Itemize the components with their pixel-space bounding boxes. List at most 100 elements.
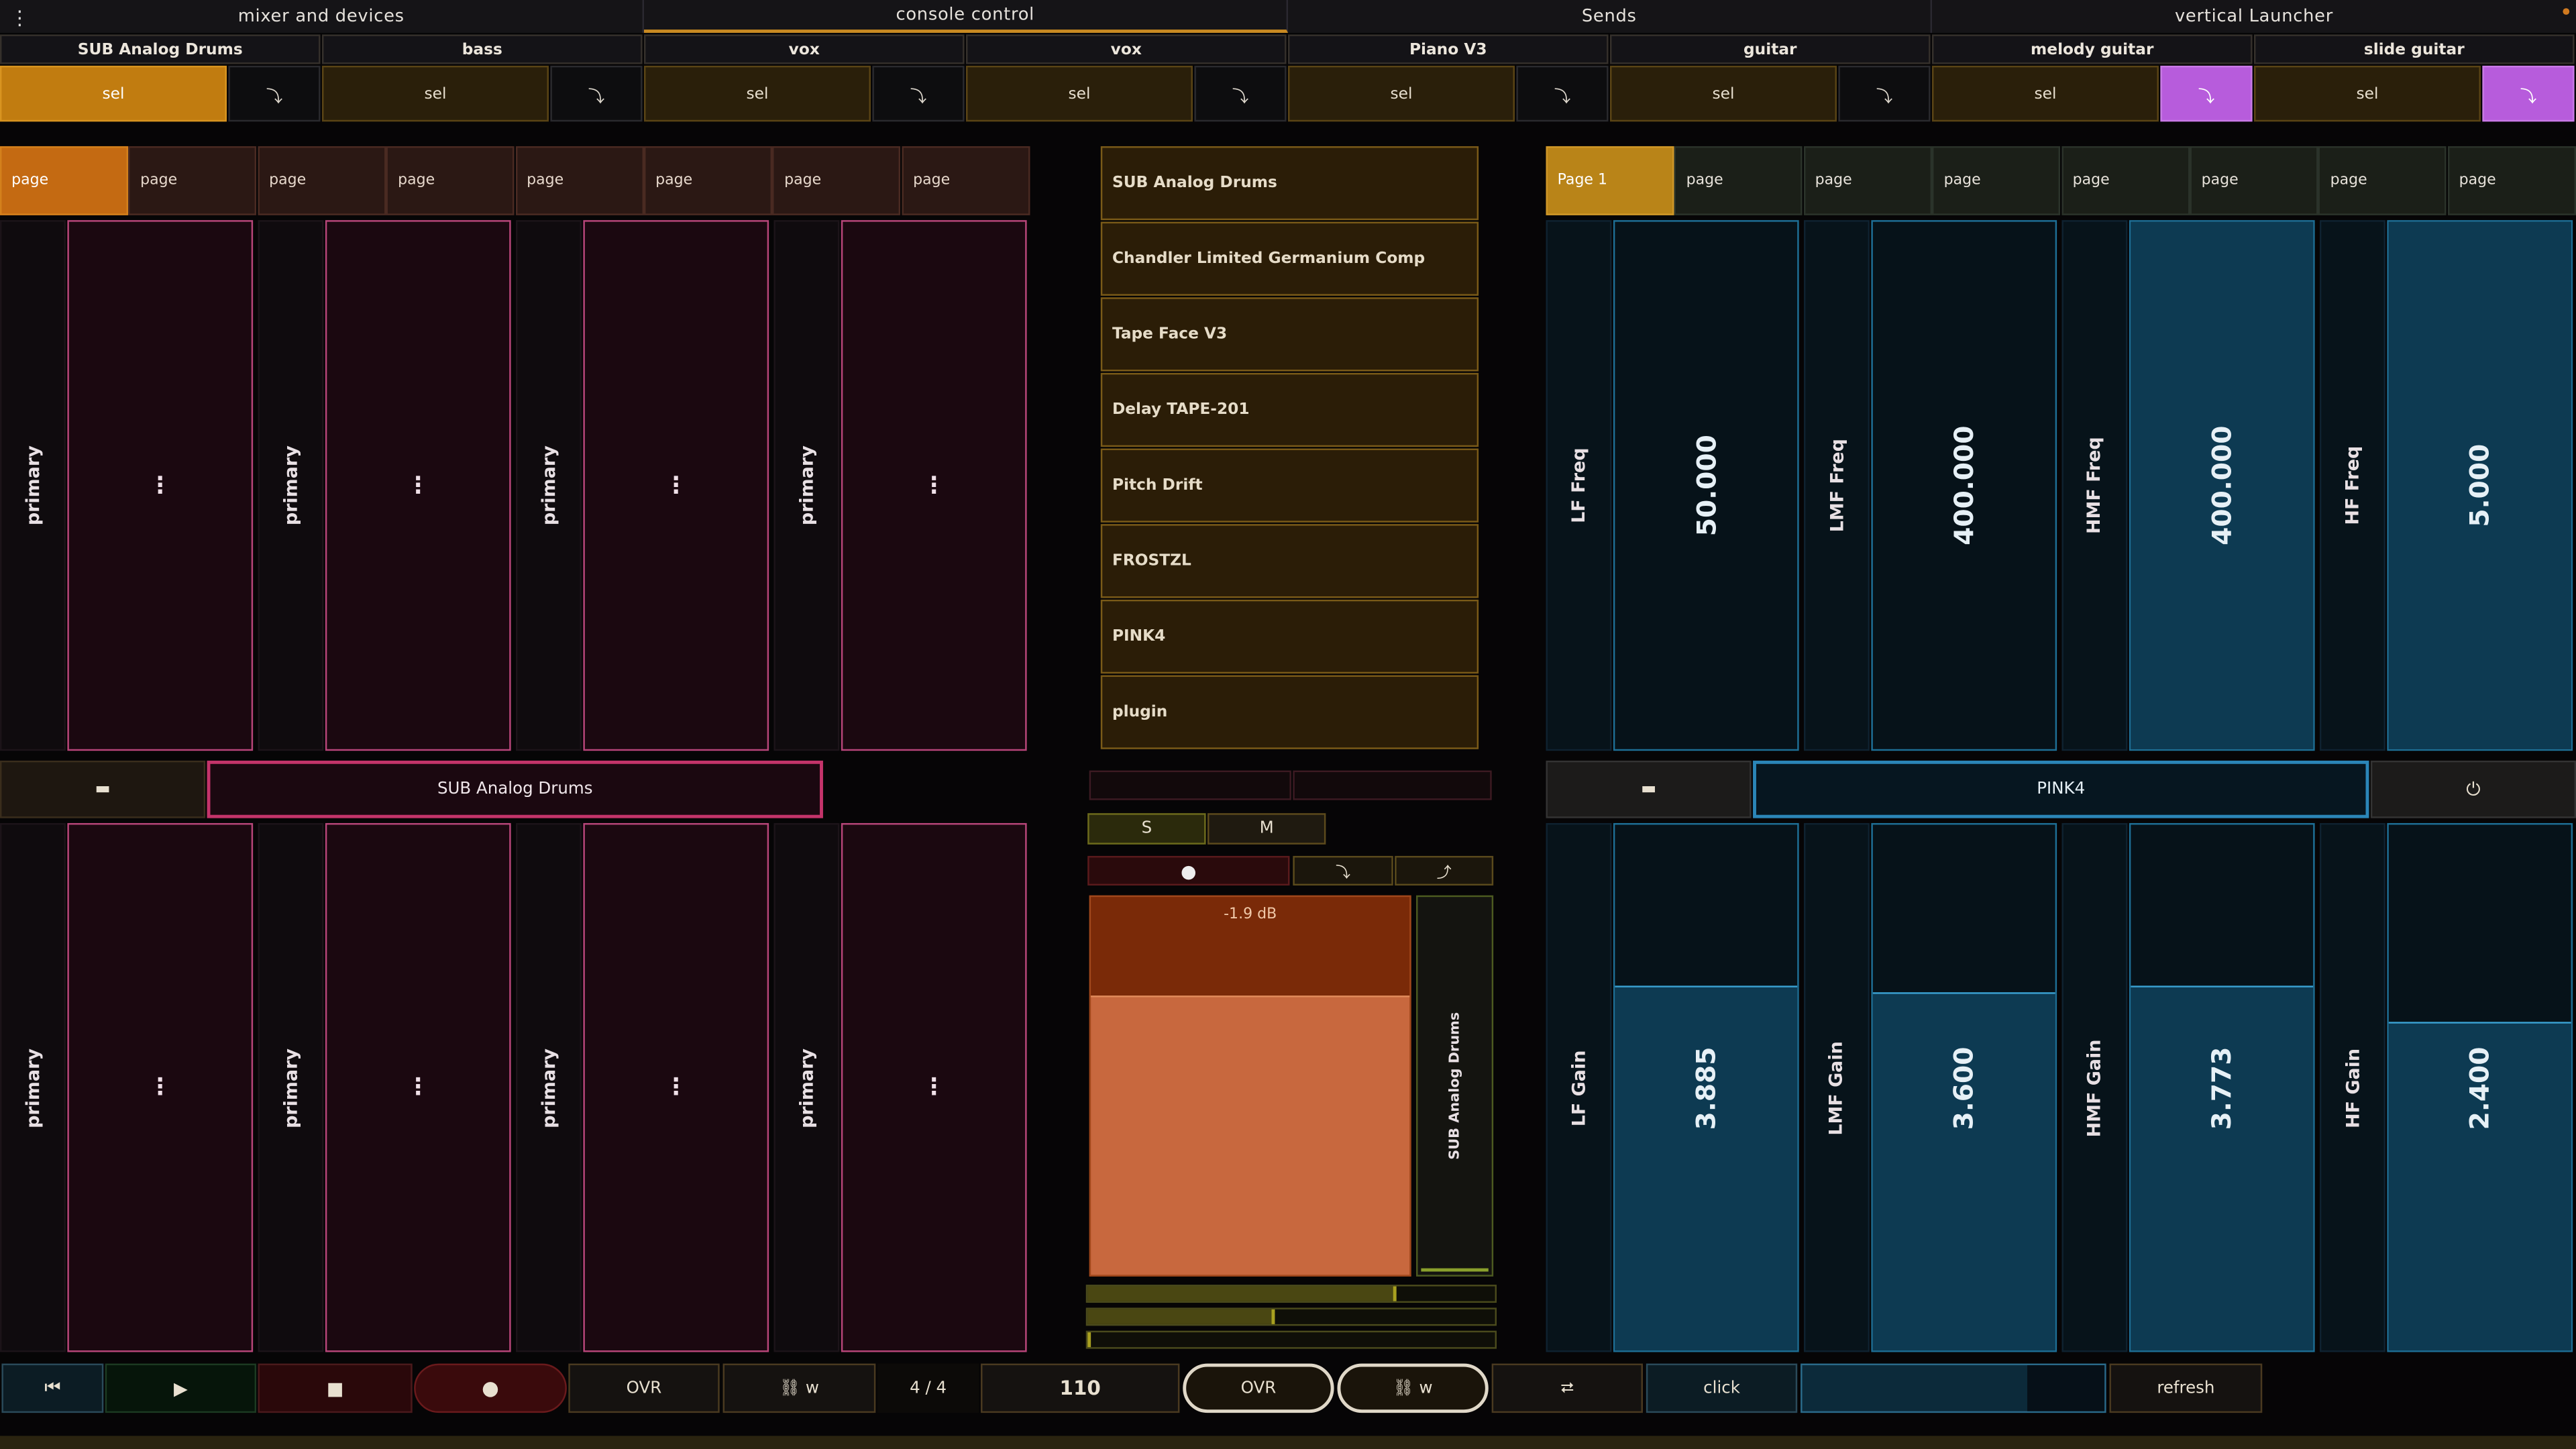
right-page-button[interactable]: page bbox=[1803, 146, 1932, 215]
right-page-button[interactable]: Page 1 bbox=[1546, 146, 1674, 215]
track-arm-button[interactable]: ⤵ bbox=[2482, 65, 2575, 122]
device-slot[interactable]: Tape Face V3 bbox=[1100, 297, 1479, 372]
link-w-button[interactable]: ⛓ w bbox=[722, 1363, 876, 1413]
overdub-button[interactable]: OVR bbox=[568, 1363, 720, 1413]
bottom-status-strip bbox=[0, 1436, 2576, 1449]
right-page-button[interactable]: page bbox=[2447, 146, 2576, 215]
device-power-button[interactable]: ⏻ bbox=[2370, 760, 2576, 818]
record-arm-button[interactable]: ● bbox=[1087, 855, 1290, 886]
track-arm-button[interactable]: ⤵ bbox=[2160, 65, 2253, 122]
eq-param-knob[interactable]: 2.400 bbox=[2387, 822, 2573, 1352]
tab-console-control[interactable]: console control bbox=[644, 0, 1289, 33]
track-name[interactable]: slide guitar bbox=[2254, 34, 2575, 64]
eq-param-knob[interactable]: 3.773 bbox=[2129, 822, 2315, 1352]
eq-label-text: HMF Gain bbox=[2084, 1038, 2106, 1137]
left-page-button[interactable]: page bbox=[515, 146, 644, 215]
device-slot[interactable]: PINK4 bbox=[1100, 599, 1479, 674]
left-page-button[interactable]: page bbox=[128, 146, 257, 215]
right-page-button[interactable]: page bbox=[2190, 146, 2318, 215]
macro-pad[interactable]: ⋮ bbox=[325, 220, 511, 751]
tab-sends[interactable]: Sends bbox=[1288, 0, 1933, 33]
macro-pad[interactable]: ⋮ bbox=[67, 220, 254, 751]
device-menu-button[interactable]: ▬ bbox=[1546, 760, 1752, 818]
track-select-button[interactable]: sel bbox=[2254, 65, 2481, 122]
track-name[interactable]: melody guitar bbox=[1932, 34, 2253, 64]
track-arm-button[interactable]: ⤵ bbox=[1516, 65, 1609, 122]
left-page-button[interactable]: page bbox=[0, 146, 129, 215]
device-slot[interactable]: Pitch Drift bbox=[1100, 448, 1479, 523]
track-arm-button[interactable]: ⤵ bbox=[1194, 65, 1287, 122]
macro-pad[interactable]: ⋮ bbox=[841, 822, 1027, 1352]
macro-pad[interactable]: ⋮ bbox=[583, 220, 769, 751]
eq-param-knob[interactable]: 50.000 bbox=[1613, 220, 1799, 751]
track-arm-button[interactable]: ⤵ bbox=[872, 65, 965, 122]
macro-pad[interactable]: ⋮ bbox=[583, 822, 769, 1352]
eq-param-knob[interactable]: 5.000 bbox=[2387, 220, 2573, 751]
right-page-button[interactable]: page bbox=[2061, 146, 2190, 215]
eq-fill bbox=[2131, 985, 2314, 1351]
left-page-button[interactable]: page bbox=[772, 146, 901, 215]
play-button[interactable]: ▶ bbox=[105, 1363, 257, 1413]
eq-param-knob[interactable]: 3.600 bbox=[1871, 822, 2057, 1352]
tab-vertical-launcher[interactable]: vertical Launcher bbox=[1932, 0, 2576, 33]
macro-pad[interactable]: ⋮ bbox=[325, 822, 511, 1352]
rewind-button[interactable]: ⏮ bbox=[1, 1363, 104, 1413]
clip-overdub-button[interactable]: OVR bbox=[1183, 1363, 1334, 1413]
track-arm-button[interactable]: ⤵ bbox=[228, 65, 321, 122]
track-select-button[interactable]: sel bbox=[644, 65, 871, 122]
track-select-button[interactable]: sel bbox=[1288, 65, 1515, 122]
slider-handle[interactable] bbox=[2027, 1365, 2105, 1411]
solo-button[interactable]: S bbox=[1087, 813, 1206, 845]
left-page-button[interactable]: page bbox=[644, 146, 773, 215]
tab-mixer-and-devices[interactable]: mixer and devices bbox=[0, 0, 645, 33]
device-slot[interactable]: Delay TAPE-201 bbox=[1100, 372, 1479, 447]
track-name[interactable]: bass bbox=[322, 34, 643, 64]
stop-button[interactable]: ■ bbox=[258, 1363, 413, 1413]
output-routing-button[interactable]: ⤴ bbox=[1395, 855, 1494, 886]
record-button[interactable]: ● bbox=[414, 1363, 567, 1413]
track-name[interactable]: guitar bbox=[1610, 34, 1931, 64]
tempo-display[interactable]: 110 bbox=[981, 1363, 1180, 1413]
send-a-slider[interactable] bbox=[1089, 770, 1291, 800]
input-routing-button[interactable]: ⤵ bbox=[1293, 855, 1393, 886]
track-name[interactable]: SUB Analog Drums bbox=[0, 34, 321, 64]
eq-param-knob[interactable]: 400.000 bbox=[2129, 220, 2315, 751]
volume-fader[interactable]: -1.9 dB bbox=[1089, 895, 1411, 1277]
track-name[interactable]: vox bbox=[644, 34, 965, 64]
right-page-button[interactable]: page bbox=[1674, 146, 1803, 215]
track-name[interactable]: vox bbox=[966, 34, 1287, 64]
eq-param-knob[interactable]: 400.000 bbox=[1871, 220, 2057, 751]
clip-link-button[interactable]: ⛓ w bbox=[1337, 1363, 1489, 1413]
send-b-slider[interactable] bbox=[1293, 770, 1492, 800]
right-page-button[interactable]: page bbox=[1932, 146, 2061, 215]
track-arm-button[interactable]: ⤵ bbox=[1838, 65, 1931, 122]
track-select-button[interactable]: sel bbox=[1932, 65, 2159, 122]
device-slot[interactable]: Chandler Limited Germanium Comp bbox=[1100, 221, 1479, 296]
track-arm-button[interactable]: ⤵ bbox=[550, 65, 643, 122]
macro-pad[interactable]: ⋮ bbox=[67, 822, 254, 1352]
device-slot[interactable]: SUB Analog Drums bbox=[1100, 146, 1479, 221]
track-select-button[interactable]: sel bbox=[0, 65, 227, 122]
track-menu-button[interactable]: ▬ bbox=[0, 760, 206, 818]
device-slot[interactable]: FROSTZL bbox=[1100, 524, 1479, 598]
eq-value: 3.600 bbox=[1948, 1046, 1980, 1130]
mute-button[interactable]: M bbox=[1208, 813, 1326, 845]
device-slot[interactable]: plugin bbox=[1100, 675, 1479, 749]
right-page-button[interactable]: page bbox=[2318, 146, 2447, 215]
refresh-button[interactable]: refresh bbox=[2109, 1363, 2263, 1413]
track-select-button[interactable]: sel bbox=[1610, 65, 1837, 122]
selected-track-name[interactable]: SUB Analog Drums bbox=[207, 760, 823, 818]
left-page-button[interactable]: page bbox=[386, 146, 515, 215]
macro-pad[interactable]: ⋮ bbox=[841, 220, 1027, 751]
loop-button[interactable]: ⮂ bbox=[1491, 1363, 1643, 1413]
eq-value: 5.000 bbox=[2464, 443, 2496, 527]
track-select-button[interactable]: sel bbox=[966, 65, 1193, 122]
eq-param-knob[interactable]: 3.885 bbox=[1613, 822, 1799, 1352]
window-icon: ▬ bbox=[1640, 780, 1657, 799]
track-select-button[interactable]: sel bbox=[322, 65, 549, 122]
left-page-button[interactable]: page bbox=[901, 146, 1030, 215]
track-name[interactable]: Piano V3 bbox=[1288, 34, 1609, 64]
selected-device-name[interactable]: PINK4 bbox=[1753, 760, 2369, 818]
left-page-button[interactable]: page bbox=[257, 146, 386, 215]
metronome-click-button[interactable]: click bbox=[1646, 1363, 1798, 1413]
